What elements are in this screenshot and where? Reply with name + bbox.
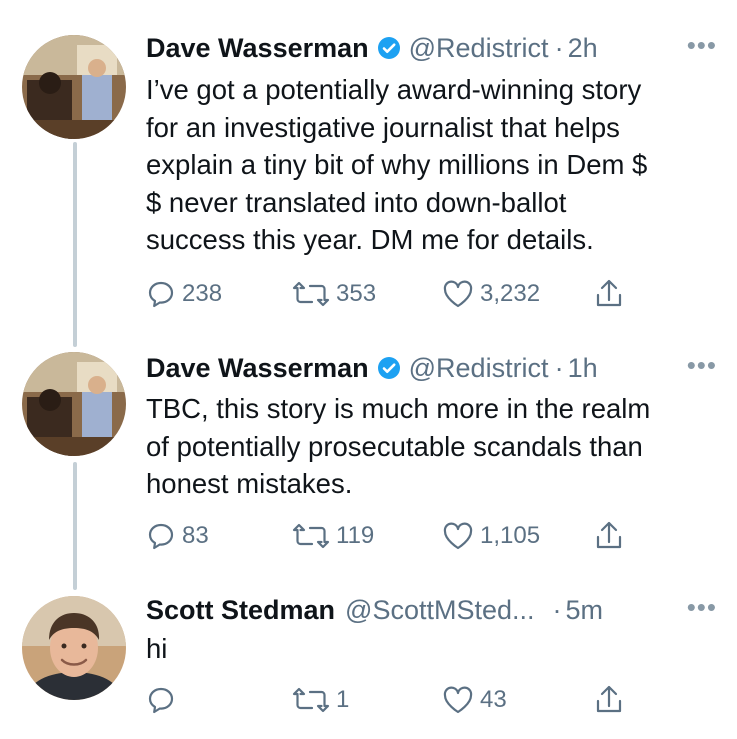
avatar[interactable] (22, 35, 126, 139)
tweet-text: I’ve got a potentially award-winning sto… (146, 74, 648, 255)
like-button[interactable]: 43 (442, 682, 507, 718)
tweet-text: hi (146, 633, 168, 664)
tweet-header: Dave Wasserman @Redistrict · 2h ••• (146, 28, 717, 68)
separator: · (554, 32, 564, 63)
tweet-header: Dave Wasserman @Redistrict · 1h ••• (146, 348, 717, 388)
separator: · (552, 594, 562, 625)
heart-icon (443, 686, 473, 714)
avatar[interactable] (22, 352, 126, 456)
like-button[interactable]: 1,105 (442, 518, 540, 554)
tweet-header: Scott Stedman @ScottMSted... · 5m ••• (146, 590, 717, 630)
retweet-button[interactable]: 119 (292, 518, 374, 554)
handle[interactable]: @ScottMSted... (345, 595, 534, 626)
share-button[interactable] (594, 518, 624, 554)
reply-count: 83 (182, 522, 209, 549)
retweet-count: 1 (336, 686, 350, 713)
retweet-icon (292, 281, 330, 307)
display-name[interactable]: Dave Wasserman (146, 353, 369, 384)
action-bar: 1 43 (146, 682, 626, 718)
timestamp[interactable]: 2h (568, 33, 598, 64)
reply-icon (148, 523, 174, 550)
more-options-icon[interactable]: ••• (687, 30, 717, 61)
share-icon (596, 279, 622, 307)
like-count: 43 (480, 686, 507, 713)
handle[interactable]: @Redistrict (409, 33, 549, 64)
reply-icon (148, 687, 174, 714)
more-options-icon[interactable]: ••• (687, 592, 717, 623)
tweet-text: TBC, this story is much more in the real… (146, 393, 651, 499)
avatar[interactable] (22, 596, 126, 700)
separator: · (554, 352, 564, 383)
heart-icon (443, 280, 473, 308)
timestamp[interactable]: 5m (566, 595, 604, 626)
like-count: 3,232 (480, 280, 541, 307)
verified-badge-icon (377, 36, 401, 60)
display-name[interactable]: Scott Stedman (146, 595, 335, 626)
retweet-button[interactable]: 1 (292, 682, 349, 718)
thread-line (73, 462, 77, 590)
retweet-icon (292, 687, 330, 713)
share-icon (596, 521, 622, 549)
thread-line (73, 142, 77, 347)
share-icon (596, 685, 622, 713)
action-bar: 83 119 1,105 (146, 518, 626, 554)
reply-button[interactable] (146, 682, 182, 718)
reply-count: 238 (182, 280, 223, 307)
verified-badge-icon (377, 356, 401, 380)
reply-button[interactable]: 238 (146, 276, 222, 312)
display-name[interactable]: Dave Wasserman (146, 33, 369, 64)
handle[interactable]: @Redistrict (409, 353, 549, 384)
like-button[interactable]: 3,232 (442, 276, 540, 312)
retweet-count: 119 (336, 522, 375, 549)
action-bar: 238 353 3,232 (146, 276, 626, 312)
retweet-icon (292, 523, 330, 549)
retweet-count: 353 (336, 280, 377, 307)
retweet-button[interactable]: 353 (292, 276, 376, 312)
share-button[interactable] (594, 682, 624, 718)
timestamp[interactable]: 1h (568, 353, 598, 384)
reply-icon (148, 281, 174, 308)
like-count: 1,105 (480, 522, 541, 549)
heart-icon (443, 522, 473, 550)
more-options-icon[interactable]: ••• (687, 350, 717, 381)
reply-button[interactable]: 83 (146, 518, 209, 554)
share-button[interactable] (594, 276, 624, 312)
